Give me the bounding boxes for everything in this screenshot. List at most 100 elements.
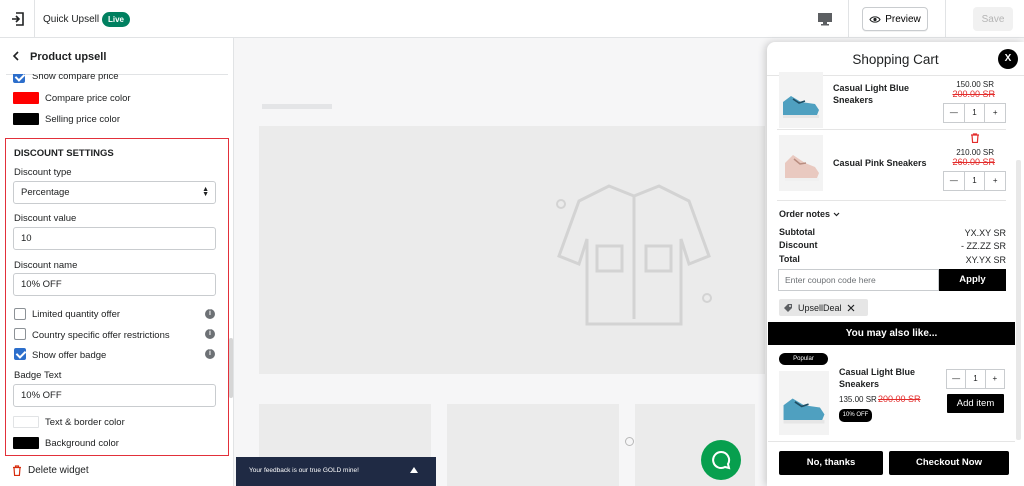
checkout-button[interactable]: Checkout Now (889, 451, 1009, 475)
compare-price-color-label: Compare price color (45, 93, 131, 104)
increment-button[interactable]: + (985, 104, 1005, 122)
cart-item-price: 150.00 SR (956, 80, 994, 89)
sneaker-icon (783, 96, 819, 118)
upsell-quantity-stepper[interactable]: —1 + (946, 369, 1005, 389)
info-icon[interactable]: i (205, 309, 215, 319)
limited-quantity-label: Limited quantity offer (32, 309, 121, 320)
quantity-stepper[interactable]: —1 + (943, 103, 1006, 123)
decrement-button[interactable]: — (947, 370, 965, 388)
jacket-icon (556, 184, 712, 326)
product-image (779, 135, 823, 191)
sidebar-header: Product upsell (0, 38, 233, 74)
subtotal-value: YX.XY SR (964, 228, 1006, 238)
total-value: XY.YX SR (965, 255, 1006, 265)
increment-button[interactable]: + (986, 370, 1004, 388)
back-arrow-icon[interactable] (12, 51, 20, 61)
text-border-color-swatch[interactable] (13, 416, 39, 428)
chat-button[interactable] (701, 440, 741, 480)
discount-name-input[interactable]: 10% OFF (13, 273, 216, 296)
preview-button[interactable]: Preview (862, 7, 928, 31)
tag-icon (784, 303, 792, 312)
cart-item-price: 210.00 SR (956, 148, 994, 157)
show-offer-badge-checkbox[interactable] (14, 348, 26, 360)
remove-item-icon[interactable] (970, 133, 980, 143)
badge-text-label: Badge Text (14, 370, 62, 381)
divider (768, 441, 1015, 442)
decrement-button[interactable]: — (944, 104, 964, 122)
save-button[interactable]: Save (973, 7, 1013, 31)
upsell-name-line1: Casual Light Blue (839, 367, 916, 377)
info-icon[interactable]: i (205, 329, 215, 339)
add-item-button[interactable]: Add item (947, 394, 1004, 413)
upsell-compare-price: 200.00 SR (878, 394, 921, 404)
divider (848, 0, 849, 38)
applied-coupon-tag: UpsellDeal (779, 299, 868, 316)
applied-coupon-code: UpsellDeal (798, 302, 842, 313)
coupon-input[interactable] (778, 269, 939, 291)
desktop-view-icon[interactable] (817, 12, 833, 26)
upsell-product-image (779, 371, 829, 435)
upsell-name-line2: Sneakers (839, 379, 880, 389)
discount-type-label: Discount type (14, 167, 72, 178)
discount-value-input[interactable]: 10 (13, 227, 216, 250)
country-restrictions-checkbox[interactable] (14, 328, 26, 340)
cart-title: Shopping Cart (852, 52, 939, 67)
discount-name-label: Discount name (14, 260, 78, 271)
discount-type-select[interactable]: Percentage ▲ ▼ (13, 181, 216, 204)
cart-item-compare-price: 260.00 SR (952, 157, 995, 167)
increment-button[interactable]: + (985, 172, 1005, 190)
show-offer-badge-label: Show offer badge (32, 350, 107, 361)
no-thanks-button[interactable]: No, thanks (779, 451, 883, 475)
delete-widget-button[interactable]: Delete widget (12, 465, 89, 476)
discount-value: - ZZ.ZZ SR (961, 241, 1006, 251)
product-image (779, 72, 823, 128)
apply-coupon-button[interactable]: Apply (939, 269, 1006, 291)
cart-scrollbar[interactable] (1016, 160, 1021, 440)
sidebar-scrollbar[interactable] (229, 338, 233, 398)
placeholder-text (262, 104, 332, 109)
delete-widget-label: Delete widget (28, 465, 89, 476)
total-label: Total (779, 254, 800, 264)
divider (34, 0, 35, 38)
cart-item-name: Casual Pink Sneakers (833, 158, 927, 168)
cart-item-compare-price: 200.00 SR (952, 89, 995, 99)
compare-price-color-swatch[interactable] (13, 92, 39, 104)
app-name: Quick Upsell (43, 14, 100, 25)
live-badge: Live (102, 12, 131, 27)
country-restrictions-label: Country specific offer restrictions (32, 330, 170, 341)
sneaker-icon (785, 155, 819, 181)
exit-icon[interactable] (10, 11, 26, 27)
discount-settings-title: DISCOUNT SETTINGS (14, 148, 114, 159)
upsell-product-name: Casual Light Blue Sneakers (839, 366, 915, 390)
background-color-label: Background color (45, 438, 119, 449)
top-bar: Quick Upsell Live Preview Save (0, 0, 1024, 38)
cart-item-name-line1: Casual Light Blue (833, 83, 910, 93)
divider (777, 129, 1006, 130)
decrement-button[interactable]: — (944, 172, 964, 190)
quantity-stepper[interactable]: —1 + (943, 171, 1006, 191)
carousel-dot[interactable] (625, 437, 634, 446)
hero-banner-placeholder (259, 126, 765, 446)
selling-price-color-swatch[interactable] (13, 113, 39, 125)
divider (945, 0, 946, 38)
feedback-text: Your feedback is our true GOLD mine! (249, 467, 359, 474)
order-notes-toggle[interactable]: Order notes (779, 209, 840, 219)
sneaker-icon (783, 398, 825, 424)
discount-label: Discount (779, 240, 818, 250)
info-icon[interactable]: i (205, 349, 215, 359)
upsell-heading: You may also like... (768, 322, 1015, 345)
background-color-swatch[interactable] (13, 437, 39, 449)
close-icon[interactable] (847, 304, 855, 312)
limited-quantity-checkbox[interactable] (14, 308, 26, 320)
feedback-bar[interactable]: Your feedback is our true GOLD mine! (236, 457, 436, 486)
trash-icon (13, 465, 21, 476)
quantity-value: 1 (963, 104, 986, 122)
discount-value-label: Discount value (14, 213, 77, 224)
discount-type-value: Percentage (21, 187, 70, 198)
close-cart-button[interactable]: X (998, 49, 1018, 69)
order-notes-label: Order notes (779, 209, 831, 219)
badge-text-input[interactable]: 10% OFF (13, 384, 216, 407)
chevron-up-icon[interactable] (410, 467, 418, 473)
product-card-placeholder (635, 404, 755, 486)
chevron-down-icon (833, 212, 840, 216)
